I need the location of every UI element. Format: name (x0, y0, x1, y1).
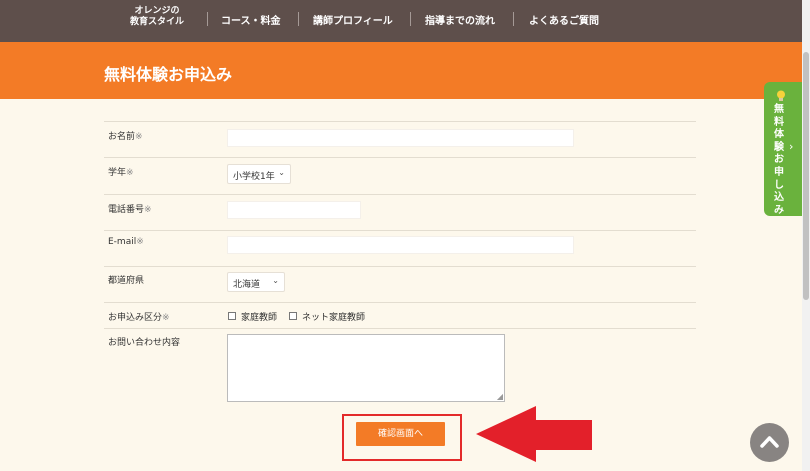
checkbox-home-tutor[interactable] (228, 312, 236, 320)
checkbox-online-tutor-label: ネット家庭教師 (302, 313, 366, 323)
nav-brand-line1: オレンジの (134, 6, 180, 16)
name-label: お名前※ (108, 132, 143, 142)
arrow-up-icon (760, 436, 779, 448)
form-row-grade: 学年※ 小学校1年 ⌄ (104, 157, 696, 194)
scrollbar[interactable] (802, 0, 810, 471)
email-label: E-mail※ (108, 237, 144, 247)
red-arrow-annotation (476, 406, 592, 462)
resize-handle-icon[interactable]: ◢ (497, 393, 503, 401)
inquiry-label: お問い合わせ内容 (108, 338, 181, 348)
nav-brand[interactable]: オレンジの 教育スタイル (112, 6, 202, 28)
checkbox-home-tutor-label: 家庭教師 (241, 313, 278, 323)
form-row-email: E-mail※ (104, 230, 696, 266)
phone-label: 電話番号※ (108, 205, 152, 215)
prefecture-select-value: 北海道 (233, 280, 261, 290)
name-input[interactable] (227, 129, 574, 147)
checkbox-online-tutor[interactable] (289, 312, 297, 320)
nav-item-flow[interactable]: 指導までの流れ (425, 12, 495, 27)
prefecture-label: 都道府県 (108, 276, 145, 286)
grade-label: 学年※ (108, 168, 134, 178)
nav-divider (298, 12, 299, 26)
top-navigation: オレンジの 教育スタイル コース・料金 講師プロフィール 指導までの流れ よくあ… (0, 0, 802, 42)
side-tab-label: 無料体験お申し込み (774, 104, 784, 216)
page-title: 無料体験お申込み (104, 65, 233, 84)
prefecture-select[interactable]: 北海道 ⌄ (227, 272, 285, 292)
nav-brand-line2: 教育スタイル (129, 17, 184, 27)
bulb-icon (777, 90, 785, 101)
confirm-button[interactable]: 確認画面へ (356, 422, 445, 446)
inquiry-textarea[interactable]: ◢ (227, 334, 505, 402)
grade-select-value: 小学校1年 (233, 172, 275, 182)
nav-item-course[interactable]: コース・料金 (221, 12, 281, 27)
phone-input[interactable] (227, 201, 361, 219)
side-trial-tab[interactable]: 無料体験お申し込み › (764, 82, 802, 216)
nav-divider (513, 12, 514, 26)
nav-item-faq[interactable]: よくあるご質問 (529, 12, 599, 27)
chevron-right-icon: › (789, 140, 794, 153)
nav-divider (207, 12, 208, 26)
page-header: 無料体験お申込み (0, 42, 802, 99)
form-row-prefecture: 都道府県 北海道 ⌄ (104, 266, 696, 302)
grade-select[interactable]: 小学校1年 ⌄ (227, 164, 291, 184)
scrollbar-thumb[interactable] (803, 52, 809, 300)
form-row-inquiry: お問い合わせ内容 ◢ (104, 328, 696, 410)
nav-item-teacher-profile[interactable]: 講師プロフィール (313, 12, 393, 27)
back-to-top-button[interactable] (750, 423, 789, 462)
chevron-down-icon: ⌄ (272, 276, 279, 285)
chevron-down-icon: ⌄ (278, 168, 285, 177)
nav-divider (410, 12, 411, 26)
form-row-name: お名前※ (104, 121, 696, 157)
email-input[interactable] (227, 236, 574, 254)
form-row-category: お申込み区分※ 家庭教師 ネット家庭教師 (104, 302, 696, 328)
form-row-phone: 電話番号※ (104, 194, 696, 230)
category-label: お申込み区分※ (108, 313, 170, 323)
